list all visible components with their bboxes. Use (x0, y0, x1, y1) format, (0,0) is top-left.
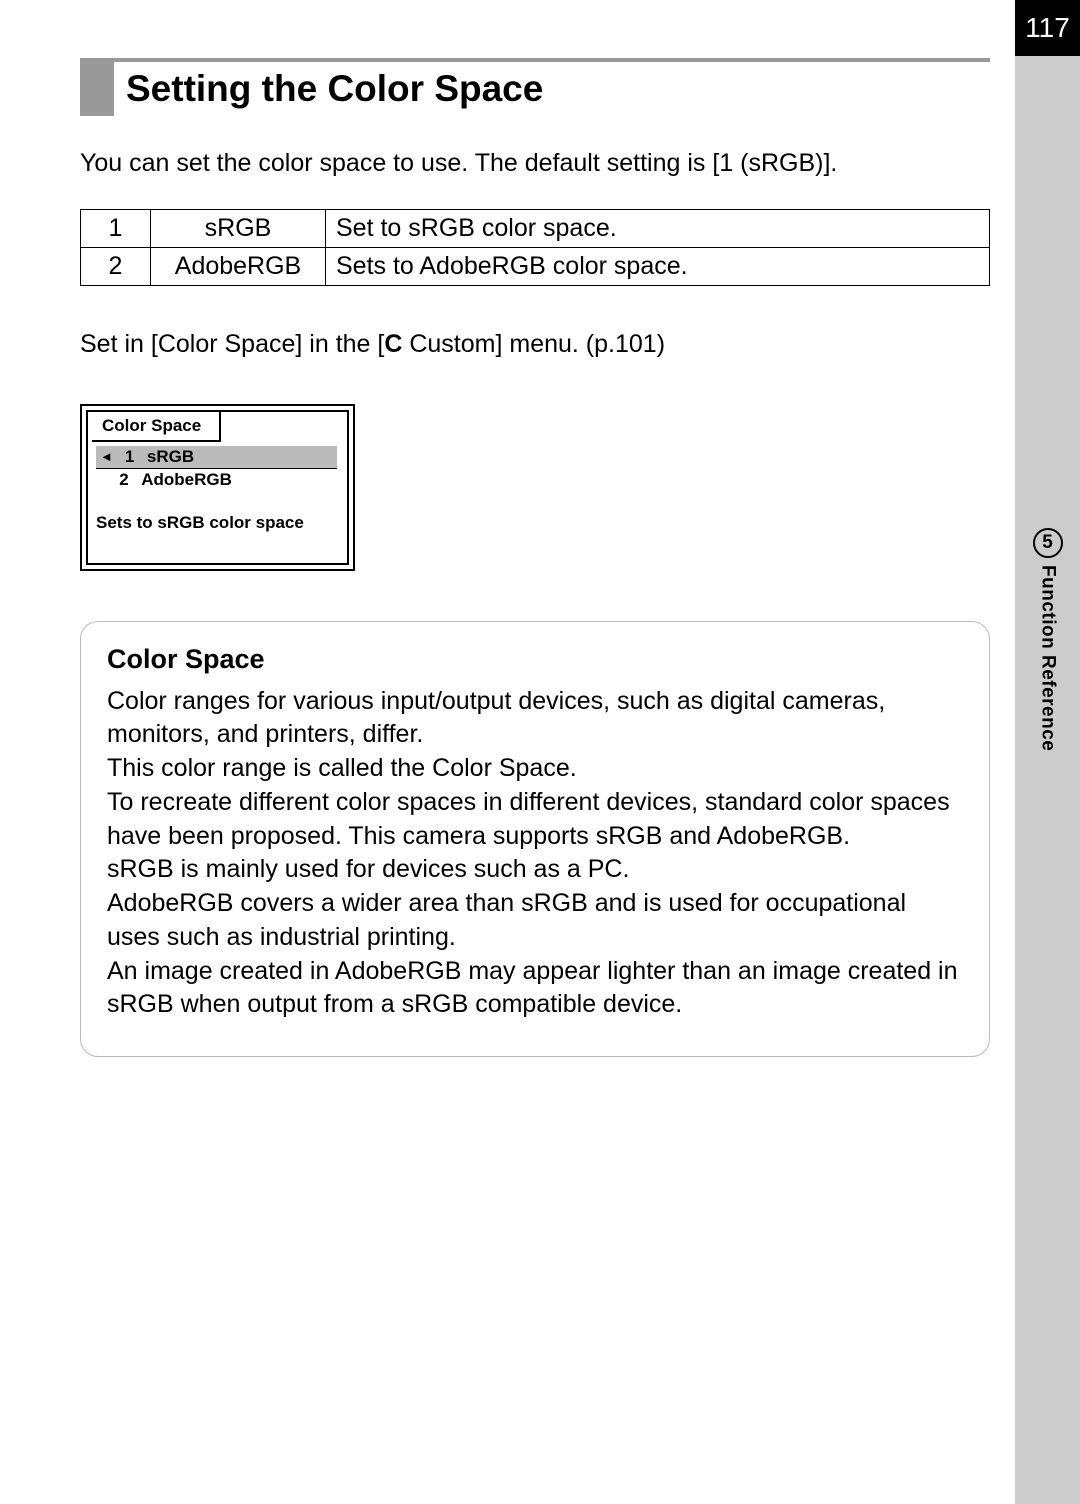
menu-note-pre: Set in [Color Space] in the [ (80, 330, 384, 358)
menu-note: Set in [Color Space] in the [C Custom] m… (80, 326, 990, 364)
left-arrow-icon: ◄ (100, 449, 113, 464)
intro-text: You can set the color space to use. The … (80, 146, 990, 181)
lcd-options: ◄ 1 sRGB 2 AdobeRGB (88, 442, 347, 495)
page-number: 117 (1015, 0, 1080, 56)
lcd-option-label: sRGB (147, 447, 194, 467)
chapter-label: Function Reference (1037, 565, 1059, 751)
lcd-option-label: AdobeRGB (141, 470, 232, 490)
option-number: 1 (81, 210, 151, 248)
side-tab: 117 5 Function Reference (1015, 0, 1080, 1504)
menu-note-bold: C (384, 330, 402, 358)
page-content: Setting the Color Space You can set the … (0, 0, 1080, 1057)
table-row: 2 AdobeRGB Sets to AdobeRGB color space. (81, 248, 990, 286)
title-bar: Setting the Color Space (80, 58, 990, 116)
option-name: sRGB (151, 210, 326, 248)
title-accent (80, 58, 114, 116)
option-number: 2 (81, 248, 151, 286)
title-line: Setting the Color Space (114, 58, 990, 116)
option-desc: Set to sRGB color space. (326, 210, 990, 248)
lcd-option-selected: ◄ 1 sRGB (96, 446, 337, 469)
lcd-option-num: 2 (119, 470, 131, 490)
info-box-title: Color Space (107, 644, 963, 675)
table-row: 1 sRGB Set to sRGB color space. (81, 210, 990, 248)
page-title: Setting the Color Space (114, 62, 543, 116)
chapter-badge: 5 (1033, 528, 1063, 558)
lcd-option-num: 1 (125, 447, 137, 467)
info-box-body: Color ranges for various input/output de… (107, 685, 963, 1023)
lcd-tab-label: Color Space (92, 412, 221, 442)
option-desc: Sets to AdobeRGB color space. (326, 248, 990, 286)
lcd-inner: Color Space ◄ 1 sRGB 2 AdobeRGB Sets to … (86, 410, 349, 565)
info-box: Color Space Color ranges for various inp… (80, 621, 990, 1058)
menu-note-post: Custom] menu. (p.101) (402, 330, 665, 358)
lcd-preview: Color Space ◄ 1 sRGB 2 AdobeRGB Sets to … (80, 404, 355, 571)
option-name: AdobeRGB (151, 248, 326, 286)
lcd-help-text: Sets to sRGB color space (88, 495, 347, 563)
color-space-table: 1 sRGB Set to sRGB color space. 2 AdobeR… (80, 209, 990, 286)
lcd-option: 2 AdobeRGB (96, 469, 337, 491)
spacer (100, 472, 107, 487)
